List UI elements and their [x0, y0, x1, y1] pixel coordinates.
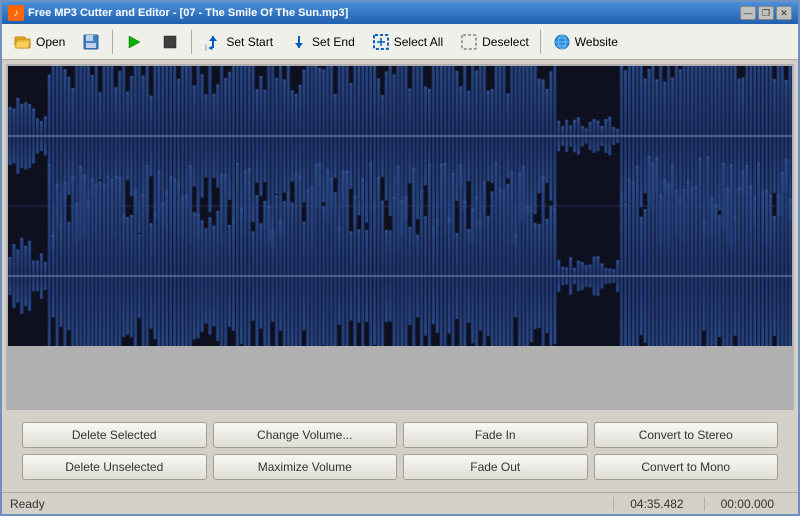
website-icon: [552, 32, 572, 52]
stop-button[interactable]: [153, 29, 187, 55]
waveform-canvas[interactable]: [8, 66, 792, 346]
set-start-icon: |◄: [203, 32, 223, 52]
fade-out-button[interactable]: Fade Out: [403, 454, 588, 480]
set-start-label: Set Start: [226, 35, 273, 49]
main-window: ♪ Free MP3 Cutter and Editor - [07 - The…: [0, 0, 800, 516]
set-start-button[interactable]: |◄ Set Start: [196, 29, 280, 55]
change-volume-button[interactable]: Change Volume...: [213, 422, 398, 448]
main-content: Delete Selected Change Volume... Fade In…: [2, 60, 798, 492]
select-all-button[interactable]: Select All: [364, 29, 450, 55]
select-all-label: Select All: [394, 35, 443, 49]
svg-text:|◄: |◄: [205, 45, 214, 51]
status-text: Ready: [10, 497, 609, 511]
separator-3: [540, 30, 541, 54]
restore-button[interactable]: ❐: [758, 6, 774, 20]
open-button[interactable]: Open: [6, 29, 72, 55]
close-button[interactable]: ✕: [776, 6, 792, 20]
delete-selected-button[interactable]: Delete Selected: [22, 422, 207, 448]
status-time1: 04:35.482: [613, 497, 699, 511]
set-end-label: Set End: [312, 35, 355, 49]
website-label: Website: [575, 35, 618, 49]
fade-in-button[interactable]: Fade In: [403, 422, 588, 448]
convert-to-mono-button[interactable]: Convert to Mono: [594, 454, 779, 480]
set-end-button[interactable]: Set End: [282, 29, 362, 55]
select-all-icon: [371, 32, 391, 52]
open-icon: [13, 32, 33, 52]
deselect-icon: [459, 32, 479, 52]
status-bar: Ready 04:35.482 00:00.000: [2, 492, 798, 514]
app-icon: ♪: [8, 5, 24, 21]
buttons-area: Delete Selected Change Volume... Fade In…: [6, 414, 794, 488]
status-time2: 00:00.000: [704, 497, 790, 511]
separator-1: [112, 30, 113, 54]
maximize-volume-button[interactable]: Maximize Volume: [213, 454, 398, 480]
title-bar: ♪ Free MP3 Cutter and Editor - [07 - The…: [2, 2, 798, 24]
window-controls: — ❐ ✕: [740, 6, 792, 20]
toolbar: Open: [2, 24, 798, 60]
website-button[interactable]: Website: [545, 29, 625, 55]
stop-icon: [160, 32, 180, 52]
save-button[interactable]: [74, 29, 108, 55]
minimize-button[interactable]: —: [740, 6, 756, 20]
play-button[interactable]: [117, 29, 151, 55]
convert-to-stereo-button[interactable]: Convert to Stereo: [594, 422, 779, 448]
separator-2: [191, 30, 192, 54]
set-end-icon: [289, 32, 309, 52]
deselect-button[interactable]: Deselect: [452, 29, 536, 55]
window-title: Free MP3 Cutter and Editor - [07 - The S…: [28, 7, 740, 19]
play-icon: [124, 32, 144, 52]
deselect-label: Deselect: [482, 35, 529, 49]
delete-unselected-button[interactable]: Delete Unselected: [22, 454, 207, 480]
waveform-wrapper: [6, 64, 794, 410]
open-label: Open: [36, 35, 65, 49]
save-icon: [81, 32, 101, 52]
